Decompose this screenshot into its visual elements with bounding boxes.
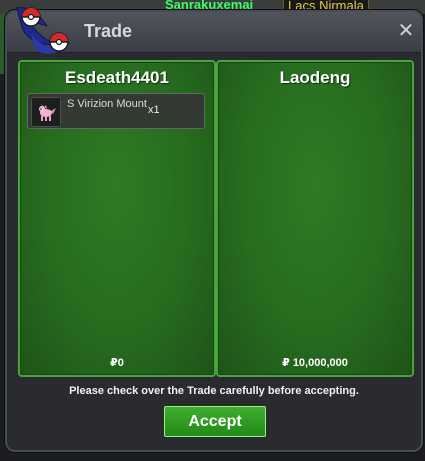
left-money-amount: ₽0 [110,357,124,369]
trade-notice: Please check over the Trade carefully be… [69,385,359,397]
item-quantity: x1 [148,104,160,116]
trade-window: Trade ✕ Esdeath4401 S Virizion Mount x1 … [5,10,423,452]
right-trade-panel: Laodeng ₽ 10,000,000 [216,60,414,377]
close-button[interactable]: ✕ [397,20,415,42]
pink-pokemon-mount-icon [31,97,61,127]
right-player-name: Laodeng [279,68,351,87]
trade-item[interactable]: S Virizion Mount x1 [27,93,205,129]
left-trade-panel: Esdeath4401 S Virizion Mount x1 ₽0 [18,60,216,377]
window-title: Trade [84,21,133,41]
pokeball-logo-icon [11,4,77,60]
left-player-name: Esdeath4401 [65,68,169,87]
right-money-amount: ₽ 10,000,000 [282,357,348,369]
accept-button[interactable]: Accept [164,406,266,437]
item-name: S Virizion Mount [67,98,147,110]
